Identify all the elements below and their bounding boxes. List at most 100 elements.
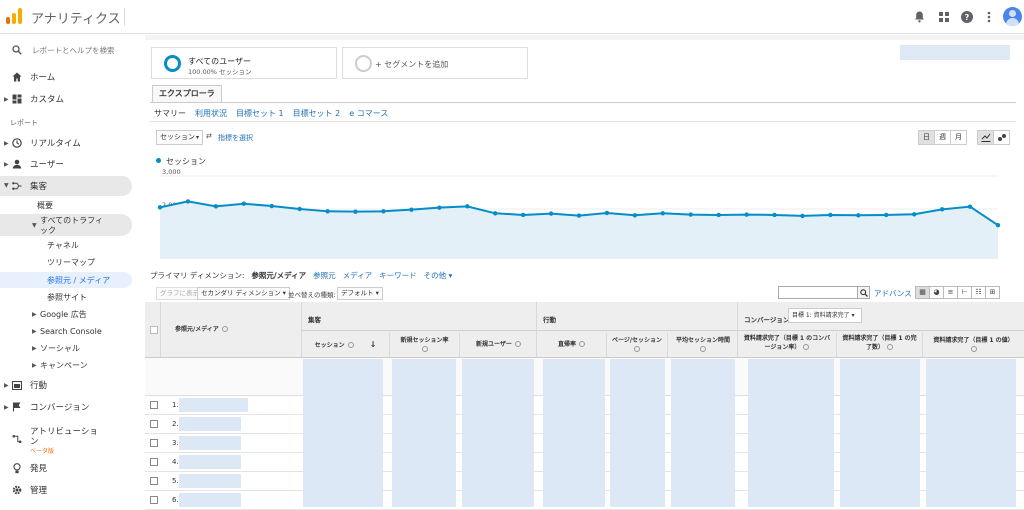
secondary-dimension-select[interactable]: セカンダリ ディメンション ▾: [197, 287, 290, 300]
col-header-sessions[interactable]: セッション ↓: [302, 333, 390, 357]
sessions-data-point[interactable]: [604, 210, 610, 216]
table-view-icon[interactable]: ▦: [915, 286, 930, 299]
sessions-data-point[interactable]: [995, 222, 1001, 228]
sidebar-item-campaigns[interactable]: ▶ キャンペーン: [0, 359, 132, 372]
sessions-data-point[interactable]: [157, 205, 163, 210]
sessions-data-point[interactable]: [269, 203, 274, 209]
account-avatar[interactable]: [1003, 7, 1022, 26]
sessions-data-point[interactable]: [800, 213, 805, 219]
plot-rows-button[interactable]: グラフに表示: [156, 287, 203, 300]
col-header-new-users[interactable]: 新規ユーザー: [460, 333, 537, 357]
metric-select[interactable]: セッション ▾: [156, 130, 203, 145]
dimension-keyword[interactable]: キーワード: [379, 270, 417, 281]
table-search-input[interactable]: [778, 286, 858, 299]
pick-metric-link[interactable]: 指標を選択: [218, 133, 253, 143]
source-medium-redacted[interactable]: [179, 417, 241, 431]
dimension-medium[interactable]: メディア: [343, 270, 372, 281]
source-medium-redacted[interactable]: [179, 398, 248, 412]
tab-explorer[interactable]: エクスプローラ: [152, 85, 222, 102]
apps-grid-icon[interactable]: [936, 9, 952, 25]
sidebar-item-all-traffic[interactable]: ▼ すべてのトラフィ ック: [0, 214, 132, 236]
sidebar-item-admin[interactable]: 管理: [0, 483, 132, 497]
row-checkbox[interactable]: [150, 401, 158, 409]
help-icon[interactable]: ?: [959, 9, 975, 25]
dimension-source-medium[interactable]: 参照元/メディア: [251, 270, 306, 281]
sessions-data-point[interactable]: [548, 211, 554, 216]
row-checkbox[interactable]: [150, 458, 158, 466]
sessions-data-point[interactable]: [884, 212, 889, 218]
sidebar-item-referrals[interactable]: 参照サイト: [0, 291, 132, 304]
sessions-data-point[interactable]: [967, 204, 973, 209]
sessions-data-point[interactable]: [828, 212, 833, 218]
sessions-data-point[interactable]: [465, 204, 470, 209]
subtab-goal-set-1[interactable]: 目標セット 1: [236, 108, 284, 119]
col-header-goal-conversion-rate[interactable]: 資料請求完了（目標 1 のコンバ ージョン率）: [738, 333, 837, 357]
sidebar-item-custom[interactable]: ▶ カスタム: [0, 92, 132, 106]
line-chart-icon[interactable]: [977, 130, 994, 145]
subtab-site-usage[interactable]: 利用状況: [195, 108, 227, 119]
col-header-goal-completions[interactable]: 資料請求完了（目標 1 の完 了数）: [837, 333, 923, 357]
sessions-data-point[interactable]: [185, 199, 191, 204]
motion-chart-icon[interactable]: [993, 130, 1010, 145]
sidebar-item-home[interactable]: ホーム: [0, 70, 132, 84]
col-header-source-medium[interactable]: 参照元/メディア: [175, 325, 228, 334]
sessions-data-point[interactable]: [493, 211, 498, 216]
subtab-ecommerce[interactable]: e コマース: [349, 108, 388, 119]
sidebar-item-search-console[interactable]: ▶ Search Console: [0, 325, 132, 338]
pivot-view-icon[interactable]: ⊞: [985, 286, 1000, 299]
sessions-data-point[interactable]: [325, 209, 330, 214]
sidebar-item-realtime[interactable]: ▶ リアルタイム: [0, 136, 132, 150]
sidebar-item-social[interactable]: ▶ ソーシャル: [0, 342, 132, 355]
source-medium-redacted[interactable]: [179, 493, 241, 507]
sessions-data-point[interactable]: [213, 204, 219, 209]
sessions-data-point[interactable]: [381, 209, 386, 214]
term-cloud-view-icon[interactable]: ☷: [971, 286, 986, 299]
sessions-data-point[interactable]: [520, 212, 526, 218]
row-checkbox[interactable]: [150, 439, 158, 447]
sidebar-item-treemaps[interactable]: ツリーマップ: [0, 256, 132, 269]
comparison-view-icon[interactable]: ⊢: [957, 286, 972, 299]
sessions-data-point[interactable]: [744, 212, 749, 217]
row-checkbox[interactable]: [150, 420, 158, 428]
dimension-other[interactable]: その他 ▾: [424, 270, 453, 281]
dimension-source[interactable]: 参照元: [313, 270, 336, 281]
granularity-month[interactable]: 月: [950, 130, 967, 145]
col-header-goal-value[interactable]: 資料請求完了（目標 1 の値）: [923, 333, 1024, 357]
source-medium-redacted[interactable]: [179, 436, 241, 450]
sessions-data-point[interactable]: [939, 207, 945, 212]
sidebar-item-discover[interactable]: 発見: [0, 461, 132, 475]
sessions-data-point[interactable]: [772, 212, 777, 218]
subtab-goal-set-2[interactable]: 目標セット 2: [293, 108, 341, 119]
sidebar-item-source-medium[interactable]: 参照元 / メディア: [0, 272, 132, 288]
sidebar-item-conversions[interactable]: ▶ コンバージョン: [0, 400, 132, 414]
sessions-data-point[interactable]: [912, 212, 917, 217]
sessions-data-point[interactable]: [716, 212, 721, 218]
sort-type-select[interactable]: デフォルト ▾: [337, 287, 383, 300]
sidebar-item-behavior[interactable]: ▶ 行動: [0, 378, 132, 392]
sidebar-item-overview[interactable]: 概要: [0, 199, 132, 212]
sidebar-item-audience[interactable]: ▶ ユーザー: [0, 157, 132, 171]
col-header-bounce-rate[interactable]: 直帰率: [537, 333, 607, 357]
date-range-picker[interactable]: [900, 45, 1010, 60]
advanced-filter-link[interactable]: アドバンス: [874, 288, 912, 299]
subtab-summary[interactable]: サマリー: [154, 108, 186, 119]
col-header-new-session-rate[interactable]: 新規セッション率: [390, 333, 460, 357]
more-vert-icon[interactable]: [981, 9, 997, 25]
source-medium-redacted[interactable]: [179, 474, 241, 488]
sessions-data-point[interactable]: [409, 207, 414, 212]
granularity-week[interactable]: 週: [934, 130, 951, 145]
segment-all-users[interactable]: すべてのユーザー 100.00% セッション: [151, 47, 337, 79]
sessions-data-point[interactable]: [437, 205, 442, 210]
granularity-day[interactable]: 日: [918, 130, 935, 145]
col-header-pages-per-session[interactable]: ページ/セッション: [607, 333, 668, 357]
sidebar-item-channels[interactable]: チャネル: [0, 239, 132, 252]
sidebar-item-acquisition[interactable]: ▼ 集客: [0, 176, 132, 196]
col-header-avg-session-duration[interactable]: 平均セッション時間: [668, 333, 738, 357]
table-search-button[interactable]: [857, 286, 870, 299]
sidebar-item-attribution[interactable]: アトリビューショ ン ベータ版: [0, 424, 132, 455]
sessions-data-point[interactable]: [576, 213, 582, 218]
row-checkbox[interactable]: [150, 477, 158, 485]
sessions-data-point[interactable]: [632, 213, 638, 218]
bell-icon[interactable]: [911, 9, 927, 25]
row-checkbox[interactable]: [150, 496, 158, 504]
